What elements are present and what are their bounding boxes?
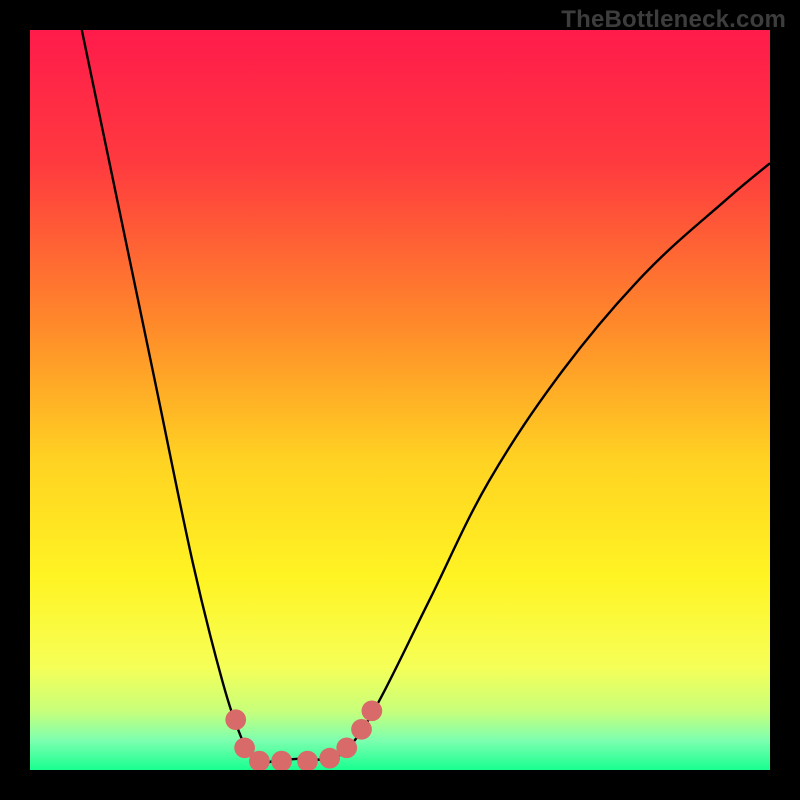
bottleneck-curve (82, 30, 770, 763)
plot-area (30, 30, 770, 770)
trough-marker (297, 751, 318, 770)
trough-marker (336, 737, 357, 758)
watermark-text: TheBottleneck.com (561, 6, 786, 34)
chart-frame: TheBottleneck.com (0, 0, 800, 800)
trough-markers (225, 700, 382, 770)
trough-marker (362, 700, 383, 721)
trough-marker (225, 709, 246, 730)
trough-marker (351, 719, 372, 740)
trough-marker (271, 751, 292, 770)
curve-layer (30, 30, 770, 770)
